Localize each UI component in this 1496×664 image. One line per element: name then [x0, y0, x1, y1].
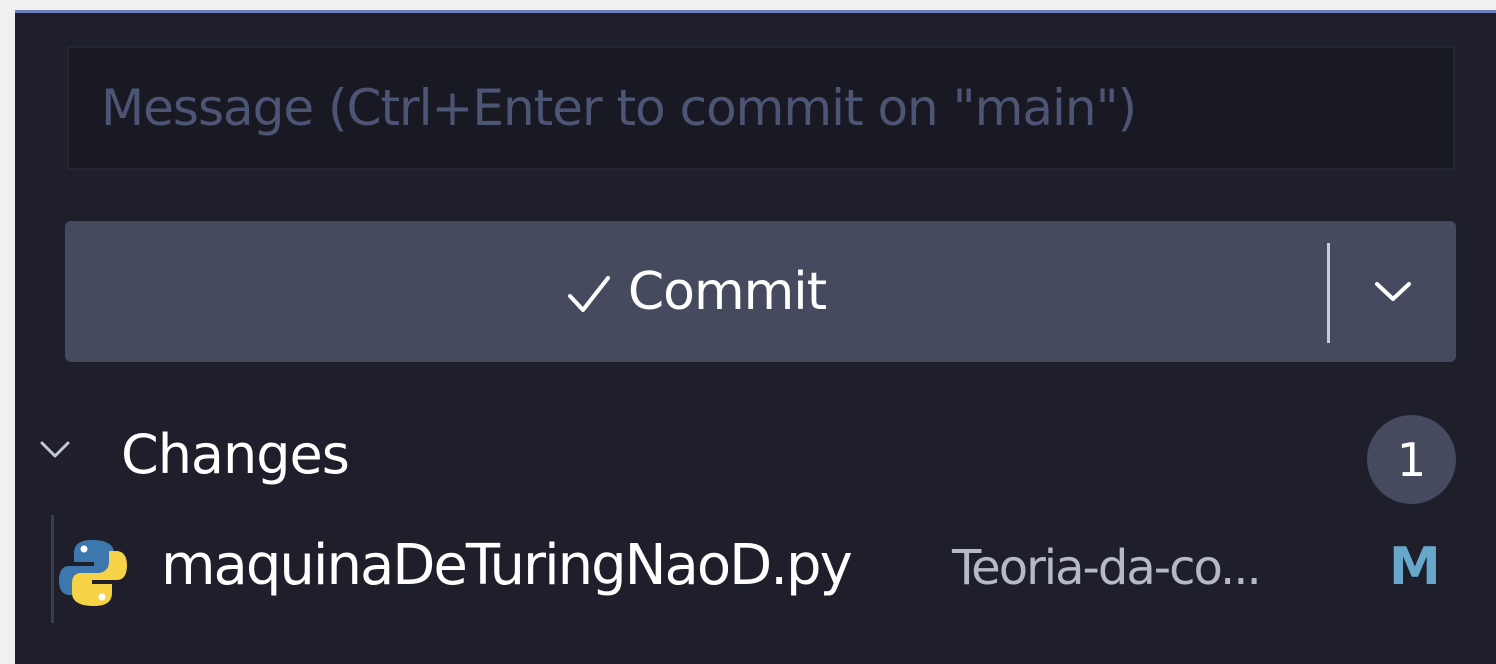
changes-section-label: Changes	[121, 423, 350, 486]
changed-file-row[interactable]: maquinaDeTuringNaoD.py Teoria-da-co... M	[15, 513, 1496, 623]
python-file-icon	[59, 540, 127, 606]
chevron-down-icon	[40, 441, 70, 458]
check-icon	[567, 275, 610, 312]
commit-button[interactable]: Commit	[65, 221, 1327, 362]
changes-count-badge: 1	[1367, 415, 1456, 504]
commit-button-group: Commit	[65, 221, 1456, 362]
commit-message-input[interactable]	[67, 46, 1455, 170]
indent-guide	[51, 515, 54, 623]
commit-button-label: Commit	[627, 261, 827, 322]
modified-status-badge: M	[1389, 537, 1441, 597]
chevron-down-icon	[1375, 281, 1411, 301]
changed-file-path: Teoria-da-co...	[952, 540, 1262, 596]
source-control-panel: Commit Changes 1 maquinaDeTuringNaoD.py …	[15, 10, 1496, 664]
commit-options-dropdown-button[interactable]	[1330, 221, 1456, 362]
changed-file-name: maquinaDeTuringNaoD.py	[161, 533, 853, 598]
changes-section-header[interactable]: Changes 1	[15, 415, 1496, 504]
